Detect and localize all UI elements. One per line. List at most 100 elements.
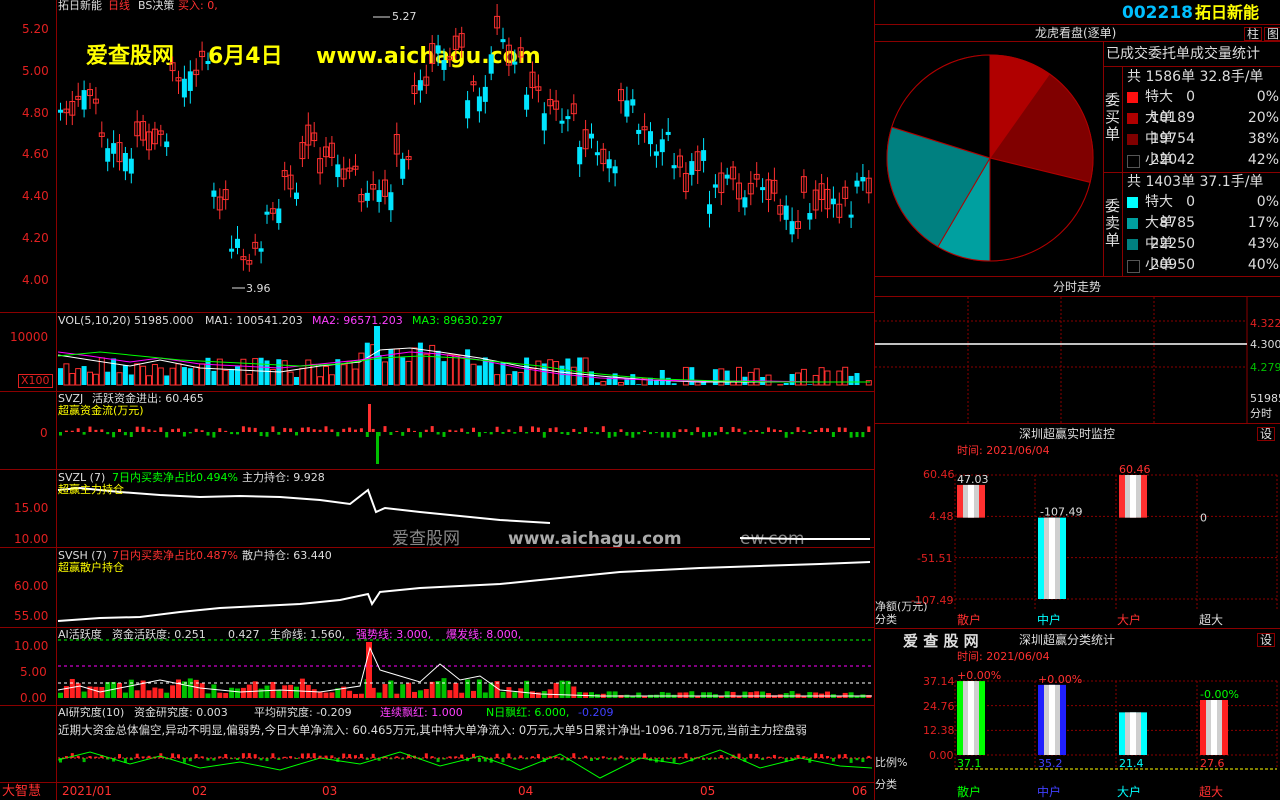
ai-res-d: N日飘红: 6.000,: [486, 706, 570, 719]
research-bar: [436, 758, 440, 763]
date-tick: 04: [518, 784, 534, 798]
buy-row-n: 19754: [1150, 131, 1195, 147]
flow-bar: [672, 432, 676, 438]
cat-bar-pct: +0.00%: [957, 669, 1001, 682]
activity-bar: [612, 691, 618, 698]
activity-bar: [276, 690, 282, 698]
activity-bar: [264, 685, 270, 698]
buy-row-p: 42%: [1247, 152, 1279, 168]
activity-bar: [240, 687, 246, 698]
volume-bar: [458, 354, 465, 386]
research-bar: [171, 753, 175, 758]
flow-bar: [713, 432, 717, 436]
volume-bar: [75, 368, 82, 386]
date-tick: 03: [322, 784, 338, 798]
monitor-bar-shine: [1049, 517, 1055, 599]
flow-bar: [743, 432, 747, 435]
flow-bar: [442, 432, 446, 437]
ai-act-d: 强势线: 3.000,: [356, 628, 432, 641]
volume-bar: [505, 374, 512, 386]
volume-bar: [441, 361, 447, 385]
flow-bar: [354, 429, 357, 432]
volume-bar: [824, 370, 831, 386]
flow-bar: [649, 432, 652, 435]
monitor-bar-shine: [968, 484, 974, 518]
candle: [594, 152, 600, 156]
candle: [541, 113, 547, 131]
stock-name: 拓日新能: [1195, 3, 1260, 22]
buy-row-swatch: [1127, 92, 1138, 103]
activity-bar: [347, 690, 353, 698]
buy-row-swatch: [1127, 134, 1138, 145]
research-bar: [348, 754, 352, 758]
research-bar: [477, 758, 481, 762]
activity-bar: [128, 679, 134, 698]
activity-bar: [417, 690, 423, 698]
flow-bar: [613, 432, 617, 437]
activity-bar: [282, 685, 288, 698]
activity-bar: [665, 692, 671, 698]
flow-bar: [454, 430, 458, 432]
flow-bar: [472, 427, 475, 432]
activity-bar: [199, 683, 205, 698]
candle: [488, 54, 494, 74]
activity-bar: [512, 692, 518, 698]
volume-bar: [517, 371, 524, 386]
research-bar: [135, 753, 139, 758]
cat-bar-shine: [968, 681, 974, 755]
flow-bar: [778, 430, 782, 432]
activity-bar: [252, 681, 258, 698]
buy-row-n: 0: [1186, 89, 1195, 105]
flow-bar: [501, 432, 505, 434]
activity-bar: [618, 695, 624, 698]
svzl-ratio: 7日内买卖净占比0.494%: [112, 471, 238, 484]
flow-bar: [371, 428, 375, 432]
flow-bar: [153, 430, 157, 432]
svsh-axis: 55.00: [14, 609, 49, 623]
activity-bar: [754, 691, 760, 698]
activity-bar: [636, 692, 642, 698]
flow-bar: [684, 429, 688, 432]
main-chart-area[interactable]: 拓日新能 日线 BS决策 买入: 0, 爱查股网 6月4日 www.aichag…: [0, 0, 874, 800]
candle: [624, 100, 630, 117]
monitor-chart: 47.03 -107.49 60.46 0: [954, 463, 1278, 609]
candle: [671, 165, 677, 169]
flow-bar: [165, 432, 169, 438]
volume-bar: [411, 347, 418, 386]
flow-bar: [477, 432, 481, 437]
research-bar: [831, 758, 835, 762]
svzj-axis: 0: [40, 426, 48, 440]
activity-bars-group: [58, 642, 872, 698]
volume-bar: [446, 354, 453, 386]
flow-bar: [767, 427, 770, 432]
research-bar: [843, 754, 847, 758]
candle: [636, 129, 642, 134]
flow-bar: [283, 427, 287, 432]
candle: [653, 151, 659, 156]
research-bar: [684, 753, 688, 758]
research-bar: [849, 758, 853, 763]
toggle-chart-button[interactable]: 图: [1264, 27, 1280, 41]
candle: [854, 180, 860, 187]
flow-bar: [702, 432, 706, 438]
cat-unit: 比例%: [875, 756, 908, 769]
toggle-bar-button[interactable]: 柱: [1244, 27, 1263, 41]
volume-bar: [800, 368, 807, 386]
activity-bar: [530, 691, 535, 698]
flow-bar: [430, 426, 434, 432]
flow-bar: [637, 432, 641, 435]
monitor-group: 大户: [1117, 613, 1142, 627]
volume-bar: [565, 358, 571, 385]
volume-bar: [352, 368, 359, 386]
svzl-axis: 10.00: [14, 532, 49, 546]
buy-row-swatch: [1127, 155, 1140, 168]
flow-bar: [118, 429, 121, 432]
fenshi-vol: 51985: [1250, 392, 1280, 405]
volume-bar: [305, 359, 312, 386]
sell-row-n: 22250: [1150, 236, 1195, 252]
candle: [848, 214, 854, 218]
flow-bar: [253, 427, 257, 432]
fenshi-axis: 4.322: [1250, 317, 1280, 330]
volume-bar: [335, 359, 341, 385]
flow-bar: [643, 430, 647, 432]
